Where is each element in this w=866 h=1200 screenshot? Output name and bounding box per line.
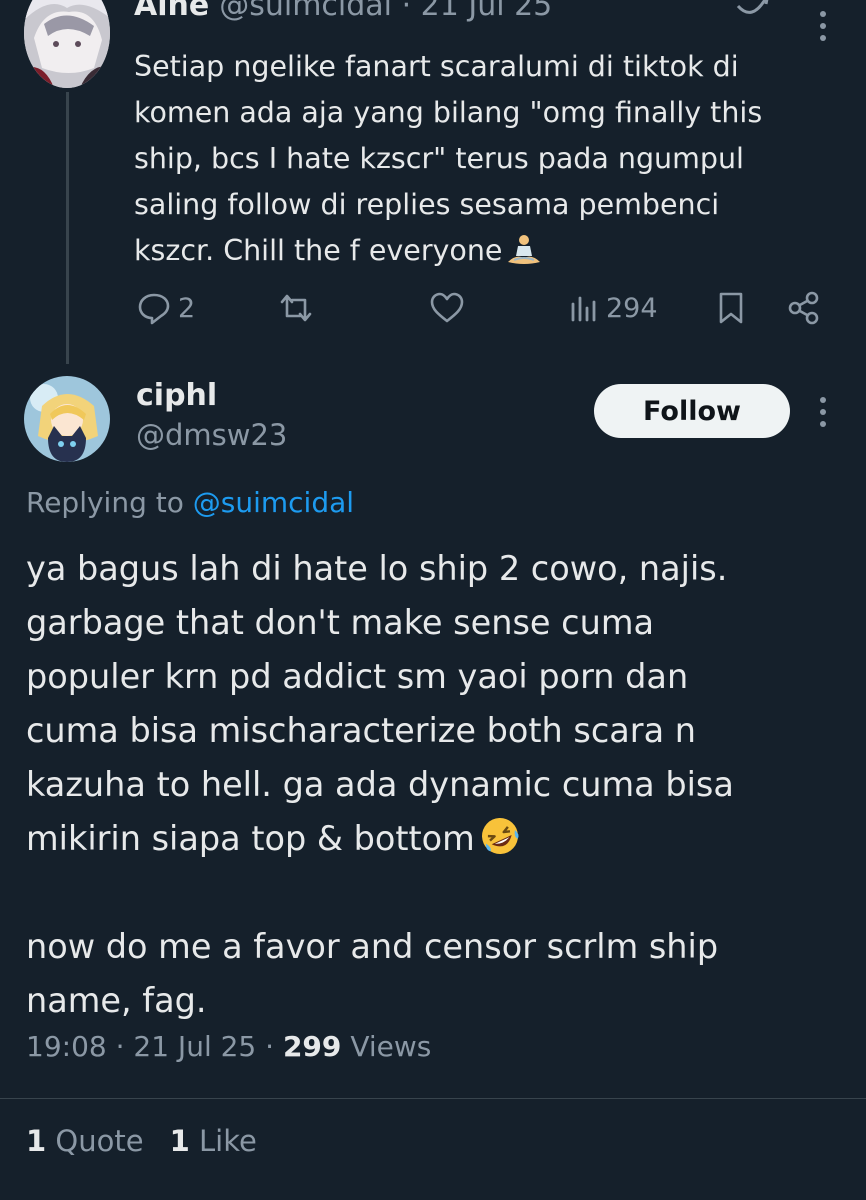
reply-author-handle[interactable]: @dmsw23 (136, 418, 287, 452)
reply-text-line: ya bagus lah di hate lo ship 2 cowo, naj… (26, 549, 728, 588)
more-options-icon[interactable] (812, 392, 834, 432)
bookmark-icon (719, 292, 743, 324)
reply-action[interactable]: 2 (136, 284, 195, 332)
reply-tweet-text: ya bagus lah di hate lo ship 2 cowo, naj… (26, 542, 846, 1028)
follow-button[interactable]: Follow (594, 384, 790, 438)
like-stat[interactable]: 1 Like (170, 1124, 257, 1158)
tweet-date[interactable]: 21 Jul 25 (133, 1030, 256, 1063)
parent-text-line: komen ada aja yang bilang "omg finally t… (134, 96, 763, 129)
parent-tweet-date[interactable]: · 21 Jul 25 (402, 0, 553, 23)
retweet-icon (280, 294, 312, 322)
reply-count: 2 (178, 292, 196, 324)
replying-to: Replying to @suimcidal (26, 486, 354, 519)
rolling-on-floor-laughing-emoji (481, 818, 519, 854)
like-action[interactable] (428, 284, 472, 332)
reply-text-line-with-emoji: mikirin siapa top & bottom (26, 812, 846, 866)
person-in-lotus-position-emoji (508, 235, 541, 264)
parent-text-line: Setiap ngelike fanart scaralumi di tikto… (134, 50, 739, 83)
parent-author-handle[interactable]: @suimcidal (219, 0, 392, 23)
quote-stat[interactable]: 1 Quote (26, 1124, 144, 1158)
replying-to-mention[interactable]: @suimcidal (193, 486, 354, 519)
parent-text-line: kszcr. Chill the f everyone (134, 234, 503, 267)
heart-icon (430, 292, 464, 323)
like-label: Like (198, 1124, 257, 1158)
reply-text-line: populer krn pd addict sm yaoi porn dan (26, 657, 689, 696)
reply-avatar-image (24, 376, 110, 462)
parent-avatar-image (24, 0, 110, 88)
grok-icon[interactable] (734, 0, 770, 22)
reply-text-line: mikirin siapa top & bottom (26, 819, 475, 858)
reply-text-line: garbage that don't make sense cuma (26, 603, 654, 642)
reply-icon (138, 293, 170, 325)
tweet-views-label[interactable]: Views (350, 1030, 431, 1063)
quote-label: Quote (55, 1124, 144, 1158)
parent-tweet-header: Aine @suimcidal · 21 Jul 25 (134, 0, 552, 23)
tweet-stats: 1 Quote 1 Like (26, 1124, 257, 1158)
reply-text-line: cuma bisa mischaracterize both scara n (26, 711, 696, 750)
parent-tweet-actions: 2 294 (0, 284, 866, 332)
more-options-icon[interactable] (812, 6, 834, 46)
avatar[interactable] (24, 0, 110, 88)
share-icon (788, 291, 819, 325)
replying-to-label: Replying to (26, 486, 184, 519)
parent-tweet-text: Setiap ngelike fanart scaralumi di tikto… (134, 44, 834, 274)
avatar[interactable] (24, 376, 110, 462)
reply-text-line: kazuha to hell. ga ada dynamic cuma bisa (26, 765, 734, 804)
views-count: 294 (606, 292, 658, 324)
retweet-action[interactable] (276, 284, 322, 332)
parent-author-name[interactable]: Aine (134, 0, 209, 23)
reply-text-line (26, 866, 846, 920)
views-icon (571, 296, 596, 322)
tweet-time[interactable]: 19:08 (26, 1030, 107, 1063)
divider (0, 1098, 866, 1099)
parent-text-line: saling follow di replies sesama pembenci (134, 188, 720, 221)
quote-count: 1 (26, 1124, 47, 1158)
parent-text-line: ship, bcs I hate kzscr" terus pada ngump… (134, 142, 744, 175)
tweet-meta: 19:08 · 21 Jul 25 · 299 Views (26, 1030, 432, 1063)
tweet-views-count[interactable]: 299 (283, 1030, 341, 1063)
reply-author-name[interactable]: ciphl (136, 378, 217, 413)
like-count: 1 (169, 1124, 190, 1158)
views-action[interactable]: 294 (568, 284, 658, 332)
reply-text-line: now do me a favor and censor scrlm ship (26, 927, 719, 966)
reply-text-line: name, fag. (26, 981, 207, 1020)
share-action[interactable] (786, 284, 822, 332)
bookmark-action[interactable] (714, 284, 748, 332)
